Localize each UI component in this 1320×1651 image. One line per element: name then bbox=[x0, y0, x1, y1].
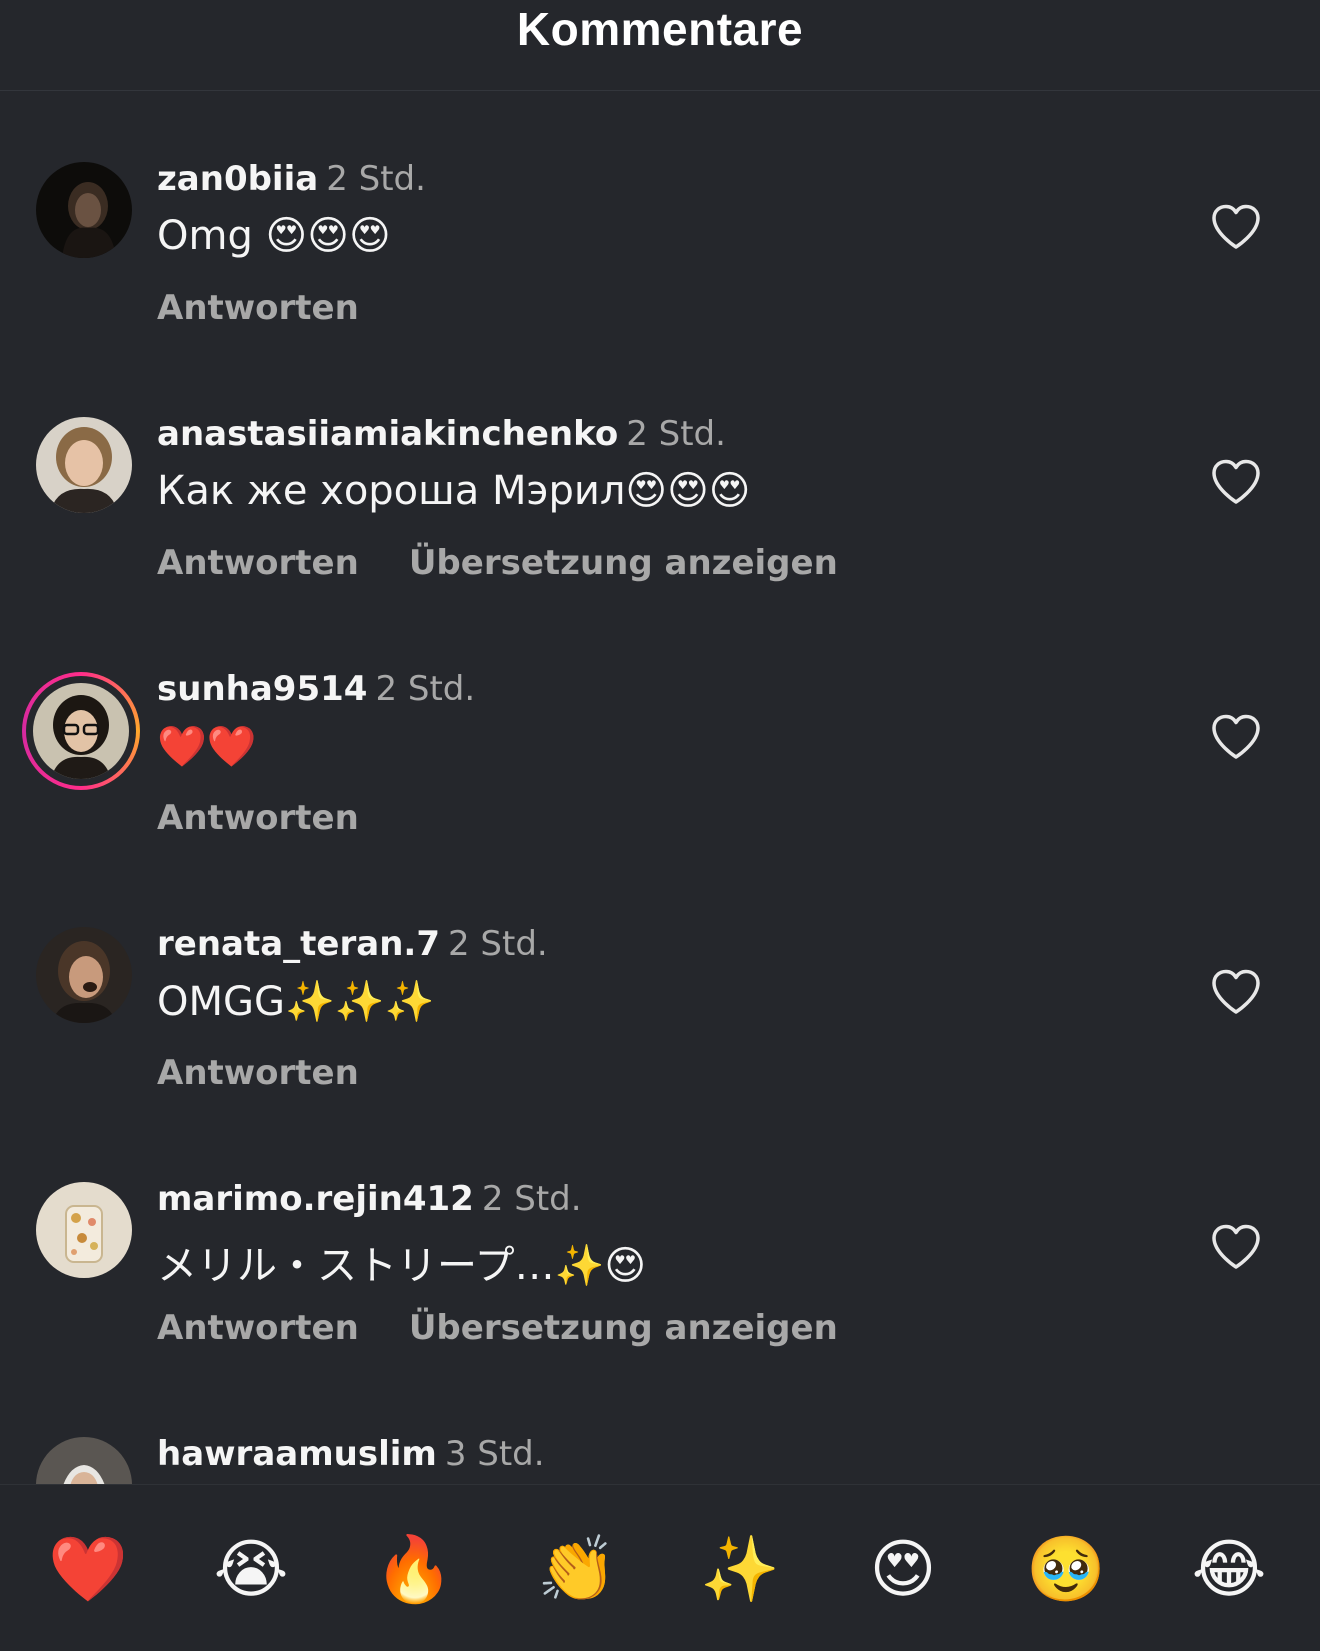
timestamp: 2 Std. bbox=[626, 414, 726, 454]
username[interactable]: hawraamuslim bbox=[157, 1434, 437, 1474]
comment-text: OMGG✨✨✨ bbox=[157, 979, 435, 1025]
comment-text: Как же хороша Мэрил😍😍😍 bbox=[157, 468, 751, 514]
timestamp: 2 Std. bbox=[481, 1179, 582, 1219]
comment-actions: Antworten Übersetzung anzeigen bbox=[157, 543, 838, 583]
reply-button[interactable]: Antworten bbox=[157, 1308, 359, 1348]
comment-text: ❤️❤️ bbox=[157, 724, 257, 770]
emoji-reaction-bar: ❤️ 😭 🔥 👏 ✨ 😍 🥹 😂 bbox=[0, 1484, 1320, 1651]
avatar[interactable] bbox=[36, 927, 132, 1023]
emoji-heart-eyes-button[interactable]: 😍 bbox=[858, 1525, 948, 1615]
comment-item: anastasiiamiakinchenko 2 Std. Как же хоро… bbox=[0, 346, 1320, 601]
page-title: Kommentare bbox=[516, 3, 804, 55]
comment-actions: Antworten Übersetzung anzeigen bbox=[157, 1308, 838, 1348]
comment-actions: Antworten bbox=[157, 798, 359, 838]
comment-meta: renata_teran.7 2 Std. bbox=[157, 924, 548, 964]
heart-outline-icon[interactable] bbox=[1210, 203, 1262, 251]
comment-item: marimo.rejin412 2 Std. メリル・ストリープ…✨😍 Antwo… bbox=[0, 1111, 1320, 1366]
timestamp: 2 Std. bbox=[375, 669, 476, 709]
avatar[interactable] bbox=[36, 1182, 132, 1278]
avatar[interactable] bbox=[36, 1437, 132, 1484]
avatar[interactable] bbox=[33, 683, 129, 779]
comment-actions: Antworten bbox=[157, 288, 359, 328]
avatar[interactable] bbox=[36, 417, 132, 513]
username[interactable]: anastasiiamiakinchenko bbox=[157, 414, 618, 454]
emoji-clap-button[interactable]: 👏 bbox=[532, 1525, 622, 1615]
comments-header: Kommentare bbox=[0, 0, 1320, 91]
username[interactable]: marimo.rejin412 bbox=[157, 1179, 474, 1219]
comment-meta: zan0biia 2 Std. bbox=[157, 159, 426, 199]
comment-text: メリル・ストリープ…✨😍 bbox=[157, 1243, 647, 1289]
comment-list[interactable]: zan0biia 2 Std. Omg 😍😍😍 Antworten anastas… bbox=[0, 91, 1320, 1484]
heart-outline-icon[interactable] bbox=[1210, 968, 1262, 1016]
timestamp: 2 Std. bbox=[447, 924, 548, 964]
comment-meta: anastasiiamiakinchenko 2 Std. bbox=[157, 414, 726, 454]
emoji-laughing-button[interactable]: 😂 bbox=[1184, 1525, 1274, 1615]
reply-button[interactable]: Antworten bbox=[157, 798, 359, 838]
heart-outline-icon[interactable] bbox=[1210, 1223, 1262, 1271]
reply-button[interactable]: Antworten bbox=[157, 543, 359, 583]
username[interactable]: zan0biia bbox=[157, 159, 318, 199]
comment-meta: marimo.rejin412 2 Std. bbox=[157, 1179, 582, 1219]
comment-actions: Antworten bbox=[157, 1053, 359, 1093]
show-translation-button[interactable]: Übersetzung anzeigen bbox=[409, 1308, 838, 1348]
reply-button[interactable]: Antworten bbox=[157, 1053, 359, 1093]
show-translation-button[interactable]: Übersetzung anzeigen bbox=[409, 543, 838, 583]
comment-item: sunha9514 2 Std. ❤️❤️ Antworten bbox=[0, 601, 1320, 856]
timestamp: 2 Std. bbox=[326, 159, 426, 199]
heart-outline-icon[interactable] bbox=[1210, 713, 1262, 761]
avatar-story-ring[interactable] bbox=[22, 672, 140, 790]
heart-outline-icon[interactable] bbox=[1210, 458, 1262, 506]
reply-button[interactable]: Antworten bbox=[157, 288, 359, 328]
emoji-crying-button[interactable]: 😭 bbox=[206, 1525, 296, 1615]
emoji-sparkles-button[interactable]: ✨ bbox=[695, 1525, 785, 1615]
username[interactable]: renata_teran.7 bbox=[157, 924, 440, 964]
comment-item: zan0biia 2 Std. Omg 😍😍😍 Antworten bbox=[0, 91, 1320, 346]
emoji-red-heart-button[interactable]: ❤️ bbox=[43, 1525, 133, 1615]
timestamp: 3 Std. bbox=[444, 1434, 545, 1474]
comment-item: hawraamuslim 3 Std. bbox=[0, 1366, 1320, 1484]
username[interactable]: sunha9514 bbox=[157, 669, 367, 709]
emoji-holding-tears-button[interactable]: 🥹 bbox=[1021, 1525, 1111, 1615]
comment-item: renata_teran.7 2 Std. OMGG✨✨✨ Antworten bbox=[0, 856, 1320, 1111]
comment-text: Omg 😍😍😍 bbox=[157, 213, 391, 259]
comment-meta: hawraamuslim 3 Std. bbox=[157, 1434, 545, 1474]
comment-meta: sunha9514 2 Std. bbox=[157, 669, 475, 709]
avatar[interactable] bbox=[36, 162, 132, 258]
emoji-fire-button[interactable]: 🔥 bbox=[369, 1525, 459, 1615]
